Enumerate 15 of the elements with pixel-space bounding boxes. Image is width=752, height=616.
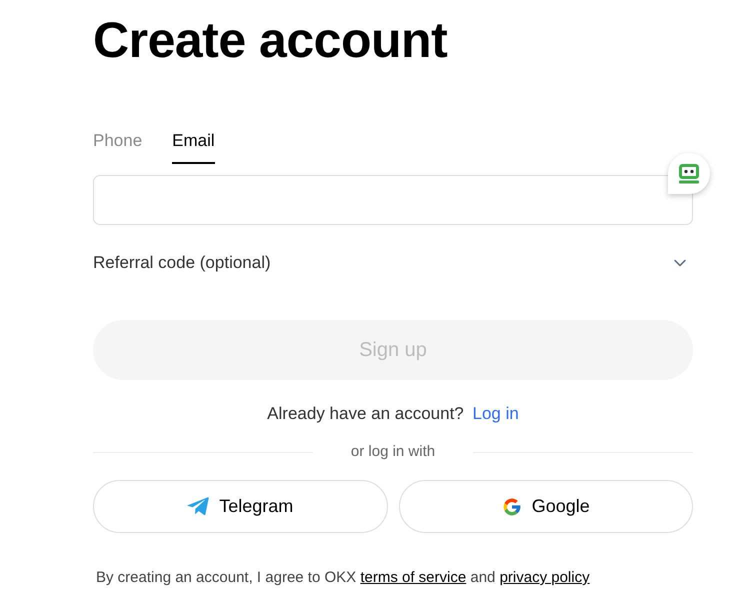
tab[interactable]: Email	[172, 128, 215, 164]
paper-plane-icon	[187, 497, 210, 516]
privacy-policy-link[interactable]: privacy policy	[500, 569, 590, 586]
google-login-button[interactable]: Google	[398, 480, 693, 533]
terms-notice-text: By creating an account, I agree to OKX terms of service and privacy policy	[96, 568, 590, 588]
telegram-login-button[interactable]: Telegram	[93, 480, 388, 533]
login-prompt-text: Already have an account? Log in	[267, 403, 519, 425]
referral-code-label[interactable]: Referral code (optional)	[93, 251, 271, 275]
page-title: Create account	[93, 11, 448, 70]
terms-of-service-link[interactable]: terms of service	[360, 569, 466, 586]
google-logo-icon	[502, 496, 522, 516]
email-input-field[interactable]	[93, 175, 693, 225]
log-in-link[interactable]: Log in	[472, 404, 519, 423]
robot-icon[interactable]	[668, 153, 710, 194]
divider-label: or log in with	[350, 442, 436, 462]
